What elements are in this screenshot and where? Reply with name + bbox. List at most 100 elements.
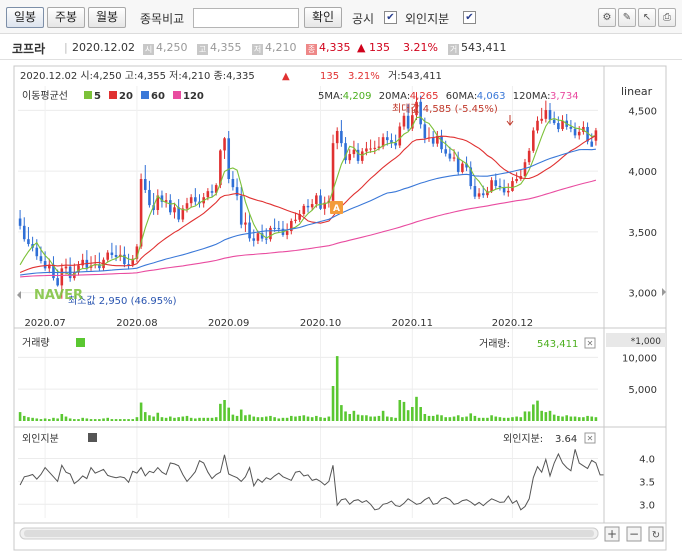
volume-bar [498, 417, 502, 421]
foreign-tick-label: 3.0 [639, 500, 655, 511]
candle-body [227, 138, 231, 180]
volume-bar [385, 416, 389, 421]
volume-bar [456, 415, 460, 421]
candle-body [39, 256, 43, 262]
candle-body [252, 238, 256, 241]
candle-body [494, 180, 498, 186]
volume-bar [398, 400, 402, 421]
candle-body [431, 137, 435, 144]
confirm-button[interactable]: 확인 [304, 7, 342, 28]
compare-input[interactable] [193, 8, 299, 28]
foreign-legend-swatch [88, 433, 97, 442]
volume-bar [360, 415, 364, 421]
foreign-checkbox[interactable]: ✔ [463, 11, 476, 24]
volume-bar [22, 415, 26, 421]
candle-body [348, 154, 352, 161]
volume-bar [39, 419, 43, 421]
candle-body [210, 191, 214, 193]
volume-bar [160, 417, 164, 421]
volume-bar [118, 419, 122, 421]
volume-bar [189, 417, 193, 421]
volume-bar [127, 419, 130, 421]
volume-bar [377, 415, 381, 421]
candle-body [106, 252, 110, 260]
close-value: 종 4,335 [306, 41, 351, 55]
volume-bar [302, 415, 306, 421]
tab-daily[interactable]: 일봉 [6, 7, 44, 28]
candle-body [406, 115, 410, 129]
naver-logo: NAVER [34, 288, 83, 303]
volume-bar [89, 419, 93, 421]
volume-number: 543,411 [461, 41, 507, 54]
volume-bar [31, 417, 34, 421]
candle-body [235, 187, 239, 196]
volume-bar [152, 416, 155, 421]
volume-bar [532, 404, 535, 421]
volume-bar [277, 418, 281, 421]
change-value: ▲ 135 [357, 41, 390, 54]
volume-bar [461, 417, 464, 421]
cursor-icon[interactable]: ↖ [638, 8, 656, 27]
volume-bar [185, 415, 189, 421]
volume-bar [156, 412, 160, 421]
volume-bar [169, 416, 172, 421]
scale-label[interactable]: linear [621, 85, 653, 98]
volume-bar [206, 417, 210, 421]
volume-bar [448, 417, 452, 421]
pencil-icon[interactable]: ✎ [618, 8, 636, 27]
scrollbar-thumb[interactable] [24, 530, 594, 537]
price-header-volume: 거:543,411 [388, 70, 442, 82]
volume-bar [285, 417, 289, 421]
candle-body [285, 231, 289, 235]
candle-body [127, 264, 130, 266]
settings-icon[interactable]: ⚙ [598, 8, 616, 27]
volume-bar [56, 418, 59, 421]
candle-body [169, 200, 172, 213]
volume-bar [452, 416, 456, 421]
ma-value-number: 4,265 [410, 91, 439, 102]
tab-weekly[interactable]: 주봉 [47, 7, 85, 28]
volume-bar [77, 419, 80, 421]
volume-tick-label: 5,000 [628, 385, 657, 396]
low-number: 4,210 [265, 41, 297, 54]
tab-monthly[interactable]: 월봉 [88, 7, 126, 28]
volume-bar [373, 416, 377, 421]
volume-bar [365, 415, 368, 421]
candle-body [573, 128, 577, 136]
chart-frame [13, 65, 667, 551]
volume-bar [294, 416, 297, 421]
volume-bar [573, 416, 577, 421]
candle-body [536, 120, 539, 131]
volume-bar [411, 407, 414, 421]
disclosure-checkbox[interactable]: ✔ [384, 11, 397, 24]
candle-body [532, 130, 535, 151]
volume-bar [260, 417, 264, 421]
candle-body [173, 207, 176, 213]
volume-bar [235, 415, 239, 421]
volume-bar [577, 417, 581, 421]
candle-body [27, 239, 30, 245]
volume-bar [319, 417, 322, 421]
volume-unit: *1,000 [631, 337, 662, 347]
volume-bar [473, 415, 477, 421]
print-icon[interactable]: ⎙ [658, 8, 676, 27]
close-number: 4,335 [319, 41, 351, 54]
volume-bar [210, 417, 214, 421]
chart-canvas[interactable]: 4,500 4,000 3,500 3,000 2020.07 2020.08 2020.0… [0, 60, 682, 556]
close-icon: ✕ [587, 339, 594, 348]
volume-tick-label: 10,000 [622, 353, 657, 364]
volume-bar [469, 413, 473, 421]
date-tick-label: 2020.10 [300, 318, 341, 329]
candle-body [315, 195, 318, 205]
volume-bar [148, 415, 151, 421]
high-tag: 고 [197, 44, 208, 55]
volume-bar [81, 417, 84, 421]
foreign-tick-label: 4.0 [639, 454, 655, 465]
volume-bar [390, 417, 393, 421]
volume-bar [323, 417, 326, 421]
ma-title: 이동평균선 [22, 90, 68, 102]
volume-bar [290, 415, 293, 421]
high-value: 고 4,355 [197, 41, 242, 55]
foreign-current-value: 3.64 [555, 434, 577, 445]
volume-tag: 거 [448, 44, 459, 55]
